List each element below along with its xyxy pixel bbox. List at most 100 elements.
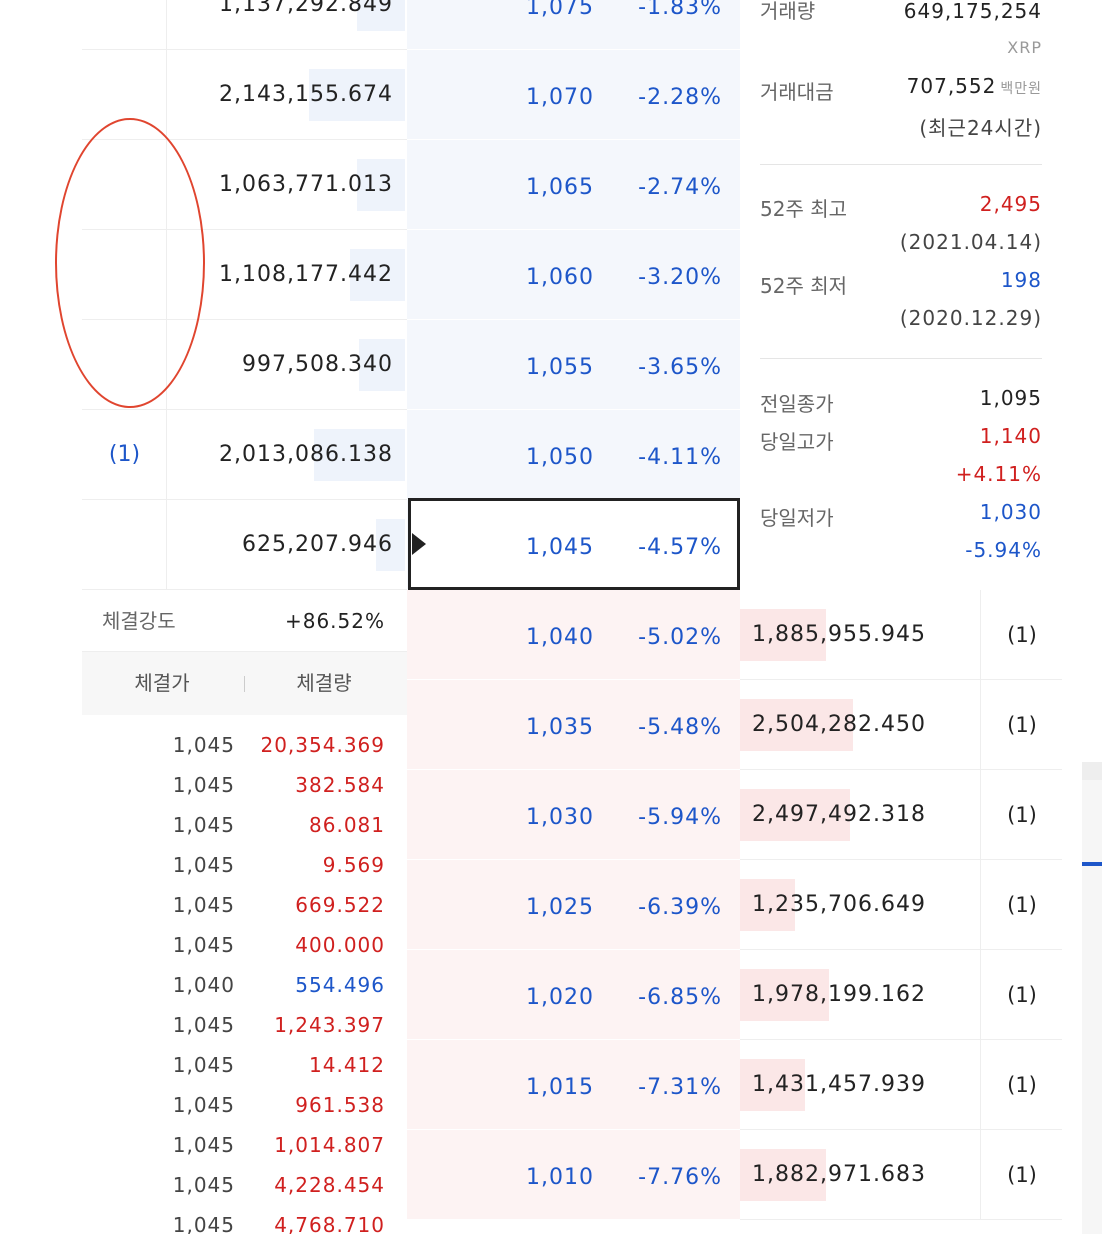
bid-price-cell[interactable]: 1,030 -5.94% (407, 770, 740, 860)
market-info-panel: 거래량 649,175,254 XRP 거래대금 707,552 백만원 (최근2… (740, 0, 1062, 590)
bid-price: 1,030 (526, 805, 594, 830)
ask-price: 1,050 (526, 445, 594, 470)
trade-price: 1,045 (172, 1053, 235, 1077)
trade-price: 1,045 (172, 1133, 235, 1157)
ask-qty: 1,108,177.442 (219, 262, 393, 287)
ask-pct: -2.28% (638, 85, 722, 110)
trade-qty: 20,354.369 (260, 733, 385, 757)
ask-price-cell[interactable]: 1,065 -2.74% (407, 140, 740, 230)
trade-qty: 382.584 (295, 773, 385, 797)
gutter-active-indicator (1082, 862, 1102, 866)
trade-qty: 669.522 (295, 893, 385, 917)
ask-price-cell[interactable]: 1,050 -4.11% (407, 410, 740, 500)
bid-pct: -6.85% (638, 985, 722, 1010)
bid-price-cell[interactable]: 1,035 -5.48% (407, 680, 740, 770)
trade-row: 1,045 669.522 (82, 885, 407, 925)
amount-label: 거래대금 (760, 80, 834, 104)
trade-list: 1,045 20,354.369 1,045 382.584 1,045 86.081 1,… (82, 725, 407, 1234)
ask-qty: 2,143,155.674 (219, 82, 393, 107)
ask-count-cell (82, 50, 167, 140)
ask-pct: -3.20% (638, 265, 722, 290)
ask-count-cell (82, 230, 167, 320)
bid-qty: 1,235,706.649 (752, 892, 926, 917)
trade-qty: 9.569 (322, 853, 385, 877)
ask-count-cell (82, 140, 167, 230)
bid-pct: -6.39% (638, 895, 722, 920)
ask-qty-cell[interactable]: 1,063,771.013 (167, 140, 407, 230)
orderbook: 1,137,292.849 1,075 -1.83% 2,143,155.674 1,0… (82, 0, 1062, 1234)
ask-count (82, 50, 167, 140)
trade-row: 1,040 554.496 (82, 965, 407, 1005)
trade-row: 1,045 1,243.397 (82, 1005, 407, 1045)
divider (760, 164, 1042, 165)
ask-qty-cell[interactable]: 997,508.340 (167, 320, 407, 410)
trade-qty-header: 체결량 (296, 671, 352, 695)
bid-qty-cell[interactable]: 1,235,706.649 (740, 860, 980, 950)
high52-label: 52주 최고 (760, 197, 848, 221)
bid-qty: 2,497,492.318 (752, 802, 926, 827)
ask-price-cell[interactable]: 1,070 -2.28% (407, 50, 740, 140)
bid-count-cell: (1) (980, 680, 1062, 770)
ask-price-cell[interactable]: 1,055 -3.65% (407, 320, 740, 410)
current-price-row[interactable]: 1,045 -4.57% (407, 500, 740, 590)
trade-price: 1,045 (172, 813, 235, 837)
ask-count: (1) (108, 442, 141, 467)
trade-price: 1,045 (172, 893, 235, 917)
trade-qty: 961.538 (295, 1093, 385, 1117)
ask-qty-cell[interactable]: 1,137,292.849 (167, 0, 407, 50)
bid-price-cell[interactable]: 1,020 -6.85% (407, 950, 740, 1040)
ask-price-cell[interactable]: 1,075 -1.83% (407, 0, 740, 50)
day-low-label: 당일저가 (760, 506, 834, 530)
trade-qty: 1,243.397 (274, 1013, 385, 1037)
low52-value: 198 (1000, 268, 1042, 292)
bid-count: (1) (1007, 803, 1037, 827)
high52-date: (2021.04.14) (899, 230, 1042, 254)
bid-count-cell: (1) (980, 770, 1062, 860)
trade-panel: 체결강도 +86.52% 체결가 체결량 1,045 20,354.369 1,04… (82, 590, 407, 1234)
bid-qty-cell[interactable]: 2,497,492.318 (740, 770, 980, 860)
trade-strength-value: +86.52% (284, 609, 385, 633)
ask-qty: 625,207.946 (242, 532, 393, 557)
ask-count (82, 140, 167, 230)
bid-pct: -7.76% (638, 1165, 722, 1190)
trade-price: 1,045 (172, 1013, 235, 1037)
bid-qty-cell[interactable]: 1,885,955.945 (740, 590, 980, 680)
day-high-label: 당일고가 (760, 430, 834, 454)
trade-qty: 14.412 (309, 1053, 385, 1077)
bid-qty: 1,885,955.945 (752, 622, 926, 647)
bid-qty-cell[interactable]: 1,882,971.683 (740, 1130, 980, 1220)
gutter-panel (1082, 780, 1102, 1234)
bid-qty-cell[interactable]: 2,504,282.450 (740, 680, 980, 770)
ask-count-cell (82, 0, 167, 50)
trade-strength: 체결강도 +86.52% (82, 590, 407, 652)
ask-qty-cell[interactable]: 1,108,177.442 (167, 230, 407, 320)
ask-price: 1,065 (526, 175, 594, 200)
ask-qty-cell[interactable]: 2,143,155.674 (167, 50, 407, 140)
trade-price: 1,045 (172, 1173, 235, 1197)
bid-qty: 1,978,199.162 (752, 982, 926, 1007)
ask-count (82, 500, 167, 590)
trade-row: 1,045 4,228.454 (82, 1165, 407, 1205)
trade-list-header: 체결가 체결량 (82, 652, 407, 715)
bid-price: 1,040 (526, 625, 594, 650)
bid-price-cell[interactable]: 1,010 -7.76% (407, 1130, 740, 1220)
ask-pct: -3.65% (638, 355, 722, 380)
bid-count-cell: (1) (980, 860, 1062, 950)
ask-price-cell[interactable]: 1,060 -3.20% (407, 230, 740, 320)
bid-qty: 2,504,282.450 (752, 712, 926, 737)
ask-qty: 997,508.340 (242, 352, 393, 377)
bid-price-cell[interactable]: 1,025 -6.39% (407, 860, 740, 950)
ask-qty: 2,013,086.138 (219, 442, 393, 467)
bid-qty-cell[interactable]: 1,431,457.939 (740, 1040, 980, 1130)
bid-price-cell[interactable]: 1,040 -5.02% (407, 590, 740, 680)
bid-price-cell[interactable]: 1,015 -7.31% (407, 1040, 740, 1130)
ask-qty-cell[interactable]: 625,207.946 (167, 500, 407, 590)
day-low-value: 1,030 (979, 500, 1042, 524)
trade-row: 1,045 1,014.807 (82, 1125, 407, 1165)
volume-label: 거래량 (760, 0, 816, 23)
header-separator (244, 676, 245, 692)
trade-qty: 4,768.710 (274, 1213, 385, 1234)
bid-qty-cell[interactable]: 1,978,199.162 (740, 950, 980, 1040)
ask-qty-cell[interactable]: 2,013,086.138 (167, 410, 407, 500)
ask-pct: -4.11% (638, 445, 722, 470)
